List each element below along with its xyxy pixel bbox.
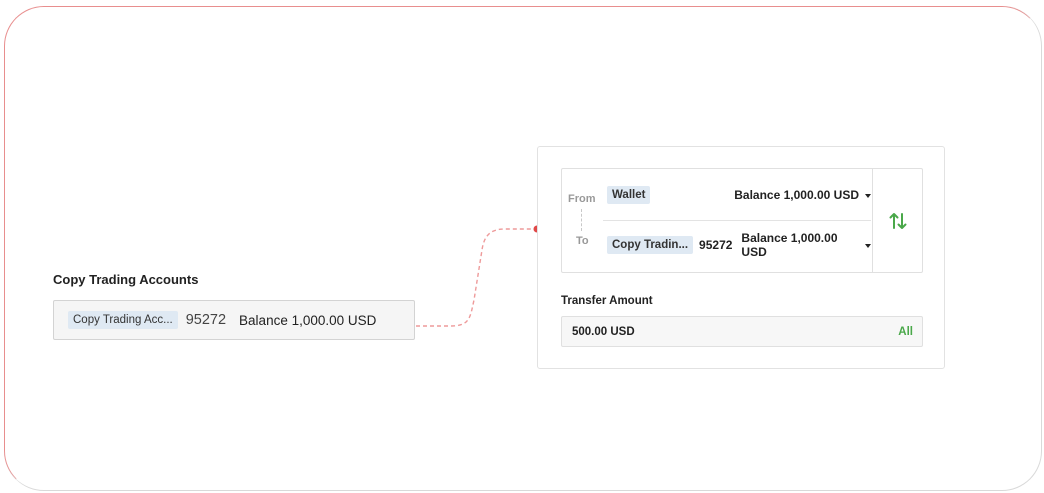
to-account-chip: Copy Tradin... (607, 236, 694, 254)
to-label: To (576, 235, 589, 247)
copy-trading-account-card[interactable]: Copy Trading Acc... 95272 Balance 1,000.… (53, 300, 415, 340)
to-balance-wrap: Balance 1,000.00 USD (741, 231, 871, 259)
copy-trading-accounts-title: Copy Trading Accounts (53, 272, 199, 287)
transfer-amount-label: Transfer Amount (561, 295, 653, 307)
from-balance-wrap: Balance 1,000.00 USD (734, 188, 871, 202)
chevron-down-icon (865, 243, 871, 248)
all-button[interactable]: All (898, 326, 913, 338)
transfer-card: From To Wallet Balance 1,000.00 USD Copy… (537, 146, 945, 369)
to-balance: Balance 1,000.00 USD (741, 231, 838, 259)
to-account-select[interactable]: Copy Tradin... 95272 Balance 1,000.00 US… (607, 231, 871, 259)
account-id: 95272 (185, 312, 227, 328)
swap-button[interactable] (873, 169, 923, 272)
row-divider (603, 220, 871, 221)
from-label: From (568, 193, 596, 205)
transfer-accounts-box: From To Wallet Balance 1,000.00 USD Copy… (561, 168, 923, 273)
chevron-down-icon (865, 193, 871, 198)
from-to-dashed-line (581, 209, 582, 231)
account-type-chip: Copy Trading Acc... (68, 311, 178, 329)
transfer-amount-value: 500.00 USD (572, 325, 635, 338)
swap-vertical-icon (889, 212, 907, 229)
transfer-amount-input[interactable]: 500.00 USD All (561, 316, 923, 347)
to-account-id: 95272 (699, 238, 733, 252)
from-account-select[interactable]: Wallet Balance 1,000.00 USD (607, 183, 871, 207)
account-balance: Balance 1,000.00 USD (239, 312, 377, 328)
from-balance: Balance 1,000.00 USD (734, 188, 859, 202)
from-account-chip: Wallet (607, 186, 651, 204)
